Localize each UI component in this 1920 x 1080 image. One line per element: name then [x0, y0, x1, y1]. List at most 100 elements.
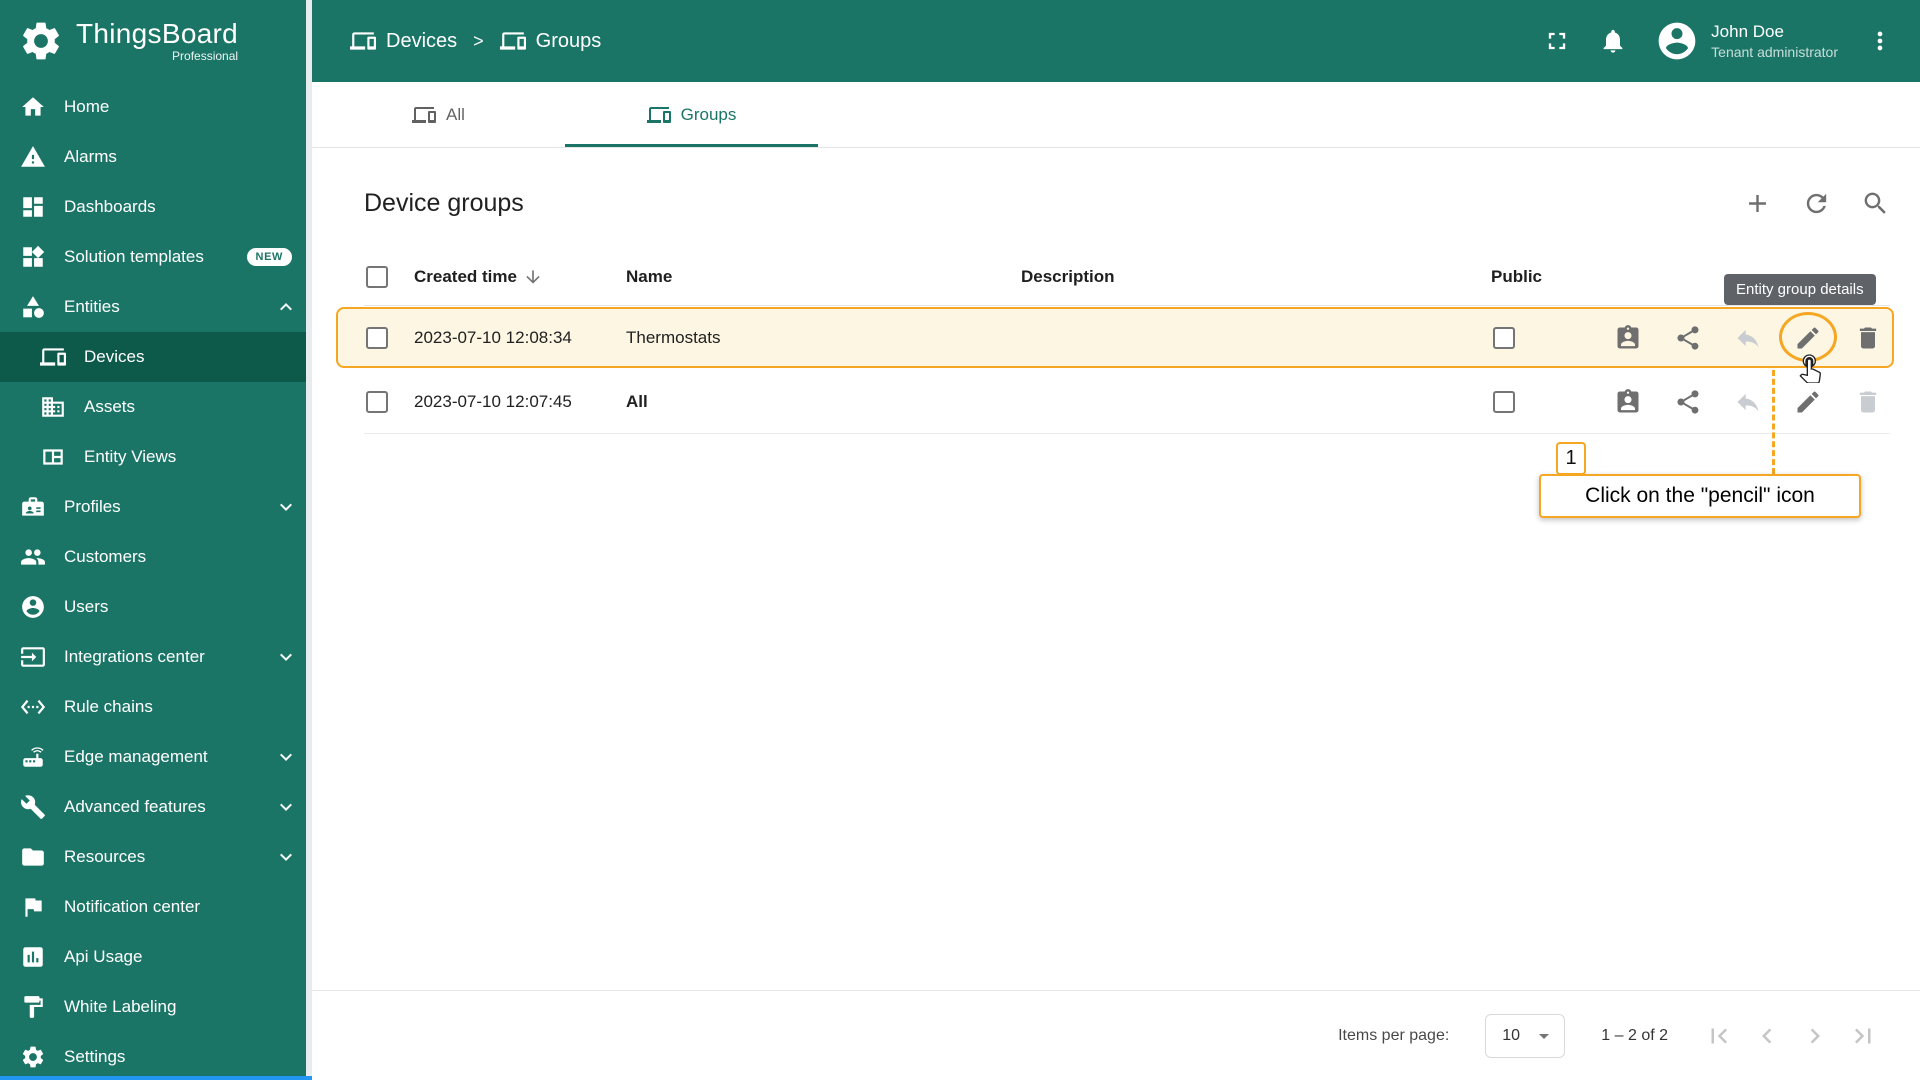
devices-icon	[412, 103, 437, 127]
sidebar-item-integrations-center[interactable]: Integrations center	[0, 632, 312, 682]
refresh-button[interactable]	[1802, 189, 1831, 218]
add-entity-group-button[interactable]	[1743, 189, 1772, 218]
delete-button	[1854, 388, 1882, 416]
devices-icon	[646, 103, 671, 127]
edit-icon	[1797, 390, 1819, 412]
next-page-button	[1800, 1021, 1830, 1051]
fullscreen-icon	[1548, 32, 1566, 50]
delete-icon	[1859, 391, 1877, 412]
new-badge: NEW	[246, 248, 292, 266]
delete-icon	[1859, 327, 1877, 348]
row-checkbox[interactable]	[366, 326, 388, 349]
table-row[interactable]: 2023-07-10 12:07:45 All	[364, 370, 1890, 434]
manage-users-icon	[1617, 388, 1639, 412]
app-edition: Professional	[172, 48, 239, 63]
table-body: 2023-07-10 12:08:34 Thermostats 2023-07-10…	[336, 306, 1894, 434]
sort-down-icon	[526, 269, 540, 284]
page-title: Device groups	[364, 188, 524, 217]
annotation-step-number: 1	[1556, 442, 1586, 475]
sidebar-item-solution-templates[interactable]: Solution templates NEW	[0, 232, 312, 282]
notifications-bell-button[interactable]	[1599, 27, 1627, 55]
items-per-page-select[interactable]: 10	[1485, 1013, 1566, 1058]
column-created-time[interactable]: Created time	[414, 267, 626, 287]
sidebar-item-label: Edge management	[64, 747, 208, 766]
tab-groups[interactable]: Groups	[565, 82, 818, 147]
solution-templates-icon	[23, 245, 45, 267]
chevron-down-icon	[280, 753, 292, 761]
manage-users-button[interactable]	[1614, 388, 1642, 416]
sidebar-item-profiles[interactable]: Profiles	[0, 482, 312, 532]
chevron-down-icon	[280, 803, 292, 811]
breadcrumb-label: Groups	[535, 29, 602, 52]
sidebar-item-home[interactable]: Home	[0, 82, 312, 132]
created-time-cell: 2023-07-10 12:08:34	[414, 327, 572, 347]
sidebar-item-advanced-features[interactable]: Advanced features	[0, 782, 312, 832]
breadcrumb-groups[interactable]: Groups	[499, 28, 602, 54]
user-menu[interactable]: John Doe Tenant administrator	[1655, 19, 1838, 63]
page-range: 1 – 2 of 2	[1601, 1026, 1668, 1044]
sidebar-item-notification-center[interactable]: Notification center	[0, 882, 312, 932]
devices-icon	[499, 28, 526, 54]
customers-icon	[21, 549, 45, 565]
user-name: John Doe	[1711, 21, 1784, 41]
share-icon	[1677, 389, 1699, 414]
sidebar-item-settings[interactable]: Settings	[0, 1032, 312, 1080]
sidebar-scroll-indicator	[0, 1076, 312, 1080]
column-description[interactable]: Description	[1021, 267, 1491, 287]
row-checkbox[interactable]	[366, 390, 388, 413]
share-button[interactable]	[1674, 388, 1702, 416]
sidebar-item-entities[interactable]: Entities	[0, 282, 312, 332]
profiles-icon	[22, 497, 44, 516]
sidebar-item-users[interactable]: Users	[0, 582, 312, 632]
sidebar-item-rule-chains[interactable]: Rule chains	[0, 682, 312, 732]
prev-icon	[1762, 1028, 1772, 1043]
more-menu-button[interactable]	[1866, 27, 1894, 55]
delete-button[interactable]	[1854, 324, 1882, 352]
pagination-controls	[1704, 1021, 1878, 1051]
content: Device groups Created time Name Descript…	[312, 148, 1920, 990]
sidebar-item-white-labeling[interactable]: White Labeling	[0, 982, 312, 1032]
sidebar-item-edge-management[interactable]: Edge management	[0, 732, 312, 782]
sidebar-item-customers[interactable]: Customers	[0, 532, 312, 582]
column-public[interactable]: Public	[1491, 267, 1603, 287]
logo-gear-icon	[23, 22, 59, 60]
sidebar-item-dashboards[interactable]: Dashboards	[0, 182, 312, 232]
dashboards-icon	[23, 197, 43, 217]
table-header-row: Created time Name Description Public	[364, 248, 1890, 306]
column-name[interactable]: Name	[626, 267, 1021, 287]
search-button[interactable]	[1861, 189, 1890, 218]
app-name: ThingsBoard	[76, 18, 239, 50]
name-cell: All	[626, 391, 648, 411]
sidebar-item-alarms[interactable]: Alarms	[0, 132, 312, 182]
items-per-page-label: Items per page:	[1338, 1026, 1450, 1044]
card-header: Device groups	[364, 148, 1890, 228]
select-all-checkbox[interactable]	[366, 265, 388, 288]
devices-icon	[350, 28, 376, 54]
avatar	[1655, 19, 1699, 63]
tab-label: Groups	[680, 104, 737, 124]
entities-icon	[23, 296, 44, 318]
sidebar-item-assets[interactable]: Assets	[0, 382, 312, 432]
tabbar: All Groups	[312, 82, 1920, 148]
share-button[interactable]	[1674, 324, 1702, 352]
notification-icon	[25, 898, 42, 917]
sidebar-item-devices[interactable]: Devices	[0, 332, 312, 382]
public-checkbox[interactable]	[1493, 326, 1515, 349]
public-checkbox[interactable]	[1493, 390, 1515, 413]
manage-users-button[interactable]	[1614, 324, 1642, 352]
fullscreen-button[interactable]	[1543, 27, 1571, 55]
tab-all[interactable]: All	[312, 82, 565, 147]
share-icon	[1677, 325, 1699, 350]
sidebar-item-api-usage[interactable]: Api Usage	[0, 932, 312, 982]
sidebar-item-label: Entities	[64, 297, 120, 316]
table-row[interactable]: 2023-07-10 12:08:34 Thermostats	[336, 306, 1894, 370]
devices-icon	[412, 106, 437, 123]
sidebar-item-resources[interactable]: Resources	[0, 832, 312, 882]
sidebar-item-entity-views[interactable]: Entity Views	[0, 432, 312, 482]
breadcrumb-devices[interactable]: Devices	[350, 28, 457, 54]
edit-button[interactable]	[1794, 388, 1822, 416]
device-groups-table: Created time Name Description Public 202…	[336, 248, 1894, 434]
edit-button[interactable]	[1794, 324, 1822, 352]
created-time-cell: 2023-07-10 12:07:45	[414, 391, 572, 411]
app-logo[interactable]: ThingsBoard Professional	[0, 0, 312, 82]
